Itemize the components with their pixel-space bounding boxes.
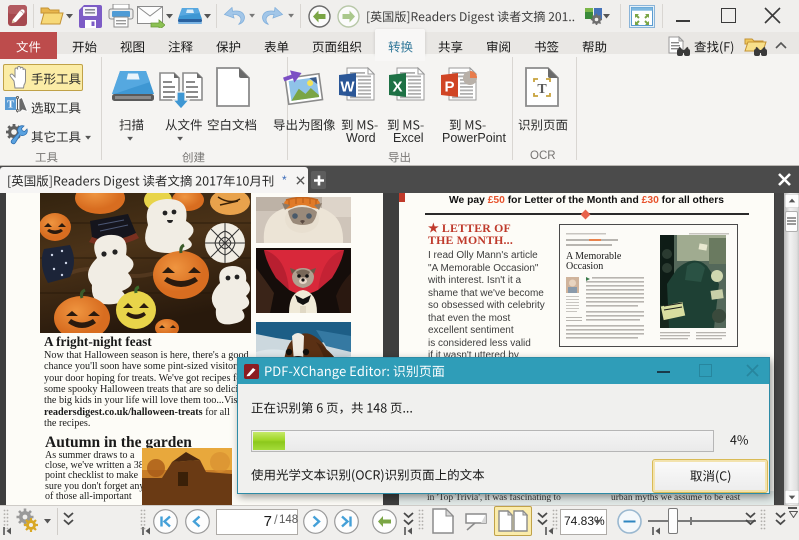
svg-text:X: X xyxy=(392,79,402,96)
svg-text:T: T xyxy=(537,82,547,97)
svg-text:Occasion: Occasion xyxy=(566,261,603,272)
svg-text:W: W xyxy=(340,79,355,96)
svg-text:T: T xyxy=(7,99,15,111)
svg-text:P: P xyxy=(444,79,454,96)
